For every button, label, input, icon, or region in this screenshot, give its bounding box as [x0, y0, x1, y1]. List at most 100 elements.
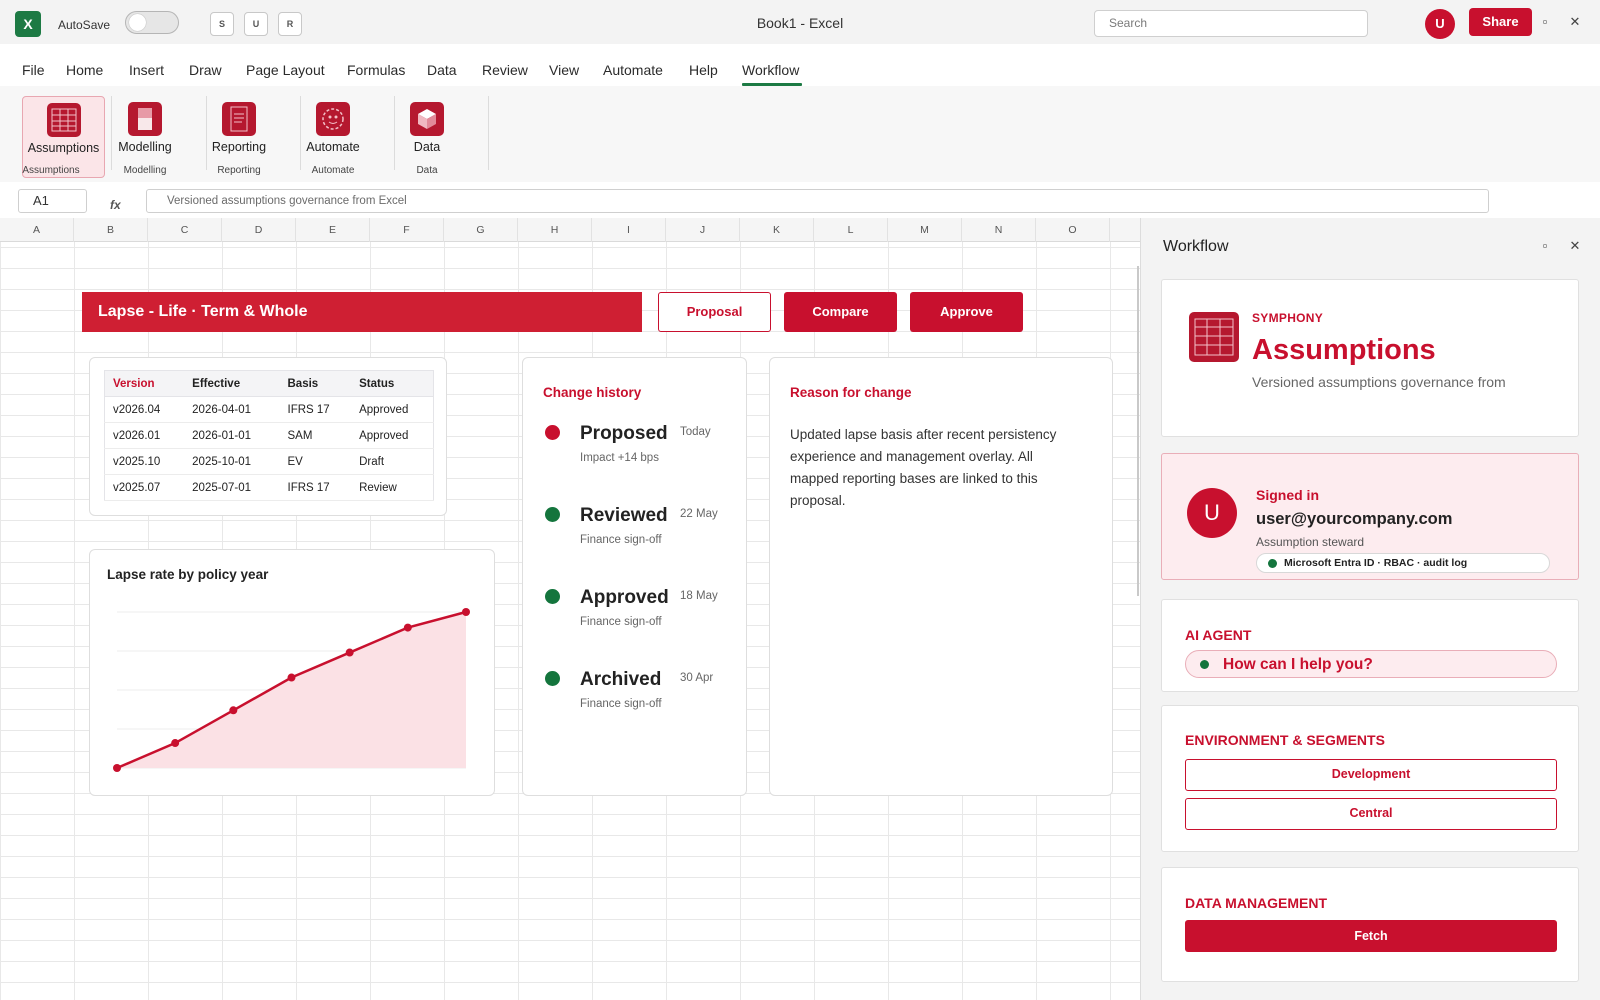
effective-cell: 2026-01-01 — [184, 422, 280, 449]
history-status: Archived — [580, 669, 662, 690]
reason-text: Updated lapse basis after recent persist… — [790, 427, 1057, 508]
ai-agent-prompt: How can I help you? — [1223, 656, 1373, 673]
close-window-icon[interactable]: ✕ — [1567, 14, 1583, 30]
column-header[interactable]: D — [222, 218, 296, 242]
chart-point[interactable] — [462, 608, 470, 616]
column-header-effective: Effective — [184, 370, 280, 397]
version-cell: v2026.01 — [104, 422, 185, 449]
version-cell: v2026.04 — [104, 396, 185, 423]
status-dot-archived — [545, 671, 560, 686]
fx-icon[interactable]: fx — [110, 198, 121, 212]
history-status: Reviewed — [580, 505, 668, 526]
menu-workflow[interactable]: Workflow — [742, 62, 799, 78]
menu-review[interactable]: Review — [482, 62, 528, 78]
column-header[interactable]: E — [296, 218, 370, 242]
online-dot-icon — [1200, 660, 1209, 669]
ribbon-separator — [111, 96, 112, 170]
auth-status-badge: Microsoft Entra ID · RBAC · audit log — [1256, 553, 1550, 573]
history-note: Finance sign-off — [580, 534, 662, 546]
history-status: Proposed — [580, 423, 668, 444]
brand-title: Assumptions — [1252, 334, 1436, 366]
environment-development-button[interactable]: Development — [1185, 759, 1557, 791]
menu-view[interactable]: View — [549, 62, 579, 78]
ribbon-separator — [206, 96, 207, 170]
column-header[interactable]: M — [888, 218, 962, 242]
task-pane-close-icon[interactable]: ✕ — [1567, 238, 1583, 254]
search-input[interactable]: Search — [1094, 10, 1368, 37]
table-row[interactable]: v2026.04 2026-04-01 IFRS 17 Approved — [104, 396, 435, 423]
ribbon-automate-label: Automate — [306, 140, 360, 154]
user-role: Assumption steward — [1256, 535, 1365, 549]
column-header[interactable]: J — [666, 218, 740, 242]
table-row[interactable]: v2026.01 2026-01-01 SAM Approved — [104, 422, 435, 449]
lapse-chart — [113, 608, 470, 772]
status-cell: Review — [351, 474, 435, 501]
column-header[interactable]: B — [74, 218, 148, 242]
menu-formulas[interactable]: Formulas — [347, 62, 405, 78]
quick-access-save-button[interactable]: S — [210, 12, 234, 36]
fetch-button[interactable]: Fetch — [1185, 920, 1557, 952]
minimize-window-icon[interactable]: ▫ — [1537, 14, 1553, 30]
column-header-row: A B C D E F G H I J K L M N O — [0, 218, 1140, 242]
column-header[interactable]: I — [592, 218, 666, 242]
user-avatar[interactable]: U — [1425, 9, 1455, 39]
column-header[interactable]: A — [0, 218, 74, 242]
autosave-toggle[interactable] — [125, 11, 179, 34]
column-header[interactable]: N — [962, 218, 1036, 242]
chart-point[interactable] — [403, 623, 412, 632]
brand-name: SYMPHONY — [1252, 311, 1324, 325]
menu-automate[interactable]: Automate — [603, 62, 663, 78]
menu-page-layout[interactable]: Page Layout — [246, 62, 325, 78]
chart-point[interactable] — [171, 739, 180, 748]
automate-icon — [316, 102, 350, 136]
approve-button[interactable]: Approve — [910, 292, 1023, 332]
environment-heading: ENVIRONMENT & SEGMENTS — [1185, 732, 1385, 748]
reason-title: Reason for change — [790, 385, 912, 400]
quick-access-undo-button[interactable]: U — [244, 12, 268, 36]
table-row[interactable]: v2025.10 2025-10-01 EV Draft — [104, 448, 435, 475]
status-dot-approved — [545, 589, 560, 604]
signed-in-card: U Signed in user@yourcompany.com Assumpt… — [1161, 453, 1579, 580]
chart-point[interactable] — [287, 673, 296, 682]
menu-data[interactable]: Data — [427, 62, 457, 78]
menu-draw[interactable]: Draw — [189, 62, 222, 78]
data-management-heading: DATA MANAGEMENT — [1185, 895, 1328, 911]
chart-point[interactable] — [345, 648, 354, 657]
ai-agent-input[interactable]: How can I help you? — [1185, 650, 1557, 678]
column-header[interactable]: G — [444, 218, 518, 242]
column-header[interactable]: C — [148, 218, 222, 242]
menu-home[interactable]: Home — [66, 62, 103, 78]
environment-card: ENVIRONMENT & SEGMENTS Development Centr… — [1161, 705, 1579, 852]
menu-insert[interactable]: Insert — [129, 62, 164, 78]
autosave-label: AutoSave — [58, 18, 111, 32]
formula-input[interactable]: Versioned assumptions governance from Ex… — [146, 189, 1489, 213]
share-button[interactable]: Share — [1469, 8, 1532, 36]
proposal-button[interactable]: Proposal — [658, 292, 771, 332]
column-header-basis: Basis — [279, 370, 352, 397]
column-header[interactable]: H — [518, 218, 592, 242]
name-box[interactable]: A1 — [18, 189, 87, 213]
modelling-icon — [128, 102, 162, 136]
compare-button[interactable]: Compare — [784, 292, 897, 332]
environment-central-button[interactable]: Central — [1185, 798, 1557, 830]
ribbon-modelling-label: Modelling — [118, 140, 172, 154]
chart-point[interactable] — [113, 764, 121, 772]
menu-help[interactable]: Help — [689, 62, 718, 78]
task-pane-options-icon[interactable]: ▫ — [1537, 238, 1553, 254]
history-note: Finance sign-off — [580, 698, 662, 710]
avatar[interactable]: U — [1187, 488, 1237, 538]
quick-access-redo-button[interactable]: R — [278, 12, 302, 36]
brand-subtitle: Versioned assumptions governance from Ex… — [1252, 374, 1506, 392]
column-header[interactable]: K — [740, 218, 814, 242]
table-row[interactable]: v2025.07 2025-07-01 IFRS 17 Review — [104, 474, 435, 501]
sheet-banner: Lapse - Life · Term & Whole — [82, 292, 642, 332]
chart-point[interactable] — [229, 706, 238, 715]
column-header-version: Version — [104, 370, 185, 397]
table-header-row: Version Effective Basis Status — [104, 370, 435, 397]
vertical-scrollbar[interactable] — [1137, 266, 1139, 596]
menu-file[interactable]: File — [22, 62, 45, 78]
column-header[interactable]: F — [370, 218, 444, 242]
column-header[interactable]: O — [1036, 218, 1110, 242]
basis-cell: SAM — [279, 422, 352, 449]
column-header[interactable]: L — [814, 218, 888, 242]
